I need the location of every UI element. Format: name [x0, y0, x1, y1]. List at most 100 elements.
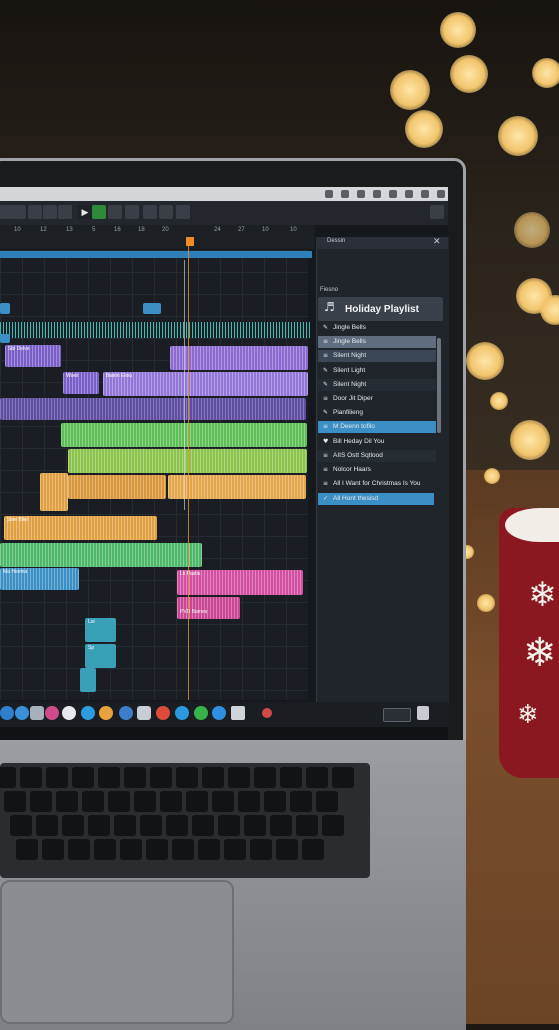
keyboard-key[interactable]: [198, 839, 220, 860]
audio-clip-purple[interactable]: Woeii: [63, 372, 99, 394]
app-icon[interactable]: [99, 706, 113, 720]
keyboard-key[interactable]: [166, 815, 188, 836]
app-icon[interactable]: [262, 708, 272, 718]
app-icon[interactable]: [156, 706, 170, 720]
audio-clip-cyan[interactable]: Loi: [85, 618, 116, 642]
keyboard-key[interactable]: [140, 815, 162, 836]
tool-button[interactable]: [12, 205, 26, 219]
status-indicator[interactable]: [383, 708, 411, 722]
keyboard-key[interactable]: [218, 815, 240, 836]
keyboard-key[interactable]: [202, 767, 224, 788]
tool-button[interactable]: [43, 205, 57, 219]
playlist-item[interactable]: ♥ Bill Heday Dil You: [318, 436, 436, 448]
keyboard-key[interactable]: [150, 767, 172, 788]
audio-clip-blue[interactable]: Ma Heeina: [0, 568, 79, 590]
menu-bar-icon[interactable]: [373, 190, 381, 198]
keyboard-key[interactable]: [316, 791, 338, 812]
keyboard-key[interactable]: [82, 791, 104, 812]
app-icon[interactable]: [137, 706, 151, 720]
app-icon[interactable]: [45, 706, 59, 720]
keyboard-key[interactable]: [62, 815, 84, 836]
audio-clip-purple[interactable]: [170, 346, 308, 370]
keyboard-key[interactable]: [20, 767, 42, 788]
playlist-item[interactable]: ≡ M Deenn tofilo: [318, 421, 436, 433]
menu-bar-icon[interactable]: [405, 190, 413, 198]
timeline-ruler[interactable]: 10 12 13 5 16 18 20 24 27 10 10: [0, 225, 315, 249]
keyboard-key[interactable]: [94, 839, 116, 860]
trash-icon[interactable]: [231, 706, 245, 720]
playlist-item[interactable]: ✎ Silent Light: [318, 365, 436, 377]
rewind-button[interactable]: [143, 205, 157, 219]
keyboard-key[interactable]: [244, 815, 266, 836]
keyboard-key[interactable]: [332, 767, 354, 788]
keyboard-key[interactable]: [160, 791, 182, 812]
loop-button[interactable]: [125, 205, 139, 219]
playlist-item[interactable]: ≡ Door Jit Diper: [318, 393, 436, 405]
keyboard-key[interactable]: [46, 767, 68, 788]
keyboard-key[interactable]: [212, 791, 234, 812]
keyboard-key[interactable]: [120, 839, 142, 860]
keyboard-key[interactable]: [228, 767, 250, 788]
region-tag[interactable]: [143, 303, 161, 314]
keyboard-key[interactable]: [88, 815, 110, 836]
audio-clip-cyan[interactable]: [80, 668, 96, 692]
audio-clip-purple[interactable]: [0, 398, 306, 420]
keyboard-key[interactable]: [134, 791, 156, 812]
keyboard-key[interactable]: [68, 839, 90, 860]
keyboard-key[interactable]: [16, 839, 38, 860]
playlist-item[interactable]: ≡ Nolcor Haars: [318, 464, 436, 476]
app-icon[interactable]: [62, 706, 76, 720]
marker-lane[interactable]: [0, 251, 312, 258]
audio-clip-orange[interactable]: [68, 475, 166, 499]
keyboard-key[interactable]: [98, 767, 120, 788]
close-icon[interactable]: ✕: [433, 236, 441, 247]
audio-clip-pink[interactable]: PVD Bames: [177, 597, 240, 619]
playlist-item[interactable]: ≡ AIIS Ostt Sqtlood: [318, 450, 436, 462]
keyboard-key[interactable]: [10, 815, 32, 836]
keyboard-key[interactable]: [280, 767, 302, 788]
playlist-item[interactable]: ✎ Silent Night: [318, 379, 436, 391]
record-button[interactable]: [92, 205, 106, 219]
keyboard-key[interactable]: [56, 791, 78, 812]
panel-scrollbar[interactable]: [437, 338, 441, 433]
trackpad[interactable]: [0, 880, 234, 1024]
region-tag[interactable]: [0, 303, 10, 314]
playhead-line[interactable]: [188, 245, 189, 700]
audio-clip-purple[interactable]: Bwirin Eloiu: [103, 372, 308, 396]
playlist-item[interactable]: ≡ Silent Night: [318, 350, 436, 362]
audio-clip-purple[interactable]: Sbi Delve: [5, 345, 61, 367]
keyboard-key[interactable]: [302, 839, 324, 860]
playlist-item[interactable]: ≡ All I Want for Christmas Is You: [318, 478, 434, 490]
menu-bar-icon[interactable]: [389, 190, 397, 198]
keyboard-key[interactable]: [124, 767, 146, 788]
keyboard-key[interactable]: [254, 767, 276, 788]
app-icon[interactable]: [81, 706, 95, 720]
app-icon[interactable]: [30, 706, 44, 720]
keyboard-key[interactable]: [114, 815, 136, 836]
menu-bar-icon[interactable]: [437, 190, 445, 198]
trash-icon[interactable]: [417, 706, 429, 720]
tool-button[interactable]: [28, 205, 42, 219]
settings-button[interactable]: [430, 205, 444, 219]
app-icon[interactable]: [119, 706, 133, 720]
forward-button[interactable]: [159, 205, 173, 219]
region-tag[interactable]: [0, 334, 10, 343]
keyboard-key[interactable]: [322, 815, 344, 836]
playlist-item[interactable]: ✓ All Hont thesisd: [318, 493, 434, 505]
keyboard-key[interactable]: [0, 767, 16, 788]
audio-clip-cyan[interactable]: Sp: [85, 644, 116, 668]
keyboard-key[interactable]: [186, 791, 208, 812]
keyboard-key[interactable]: [4, 791, 26, 812]
playlist-item[interactable]: ✎ Pianfilieng: [318, 407, 436, 419]
metronome-button[interactable]: [176, 205, 190, 219]
keyboard-key[interactable]: [192, 815, 214, 836]
menu-bar-icon[interactable]: [421, 190, 429, 198]
playlist-item[interactable]: ✎ Jingle Bells: [318, 322, 436, 334]
menu-bar-icon[interactable]: [357, 190, 365, 198]
app-icon[interactable]: [0, 706, 14, 720]
app-icon[interactable]: [212, 706, 226, 720]
tool-button[interactable]: [58, 205, 72, 219]
audio-clip-orange[interactable]: [40, 473, 68, 511]
keyboard-key[interactable]: [238, 791, 260, 812]
keyboard-key[interactable]: [108, 791, 130, 812]
